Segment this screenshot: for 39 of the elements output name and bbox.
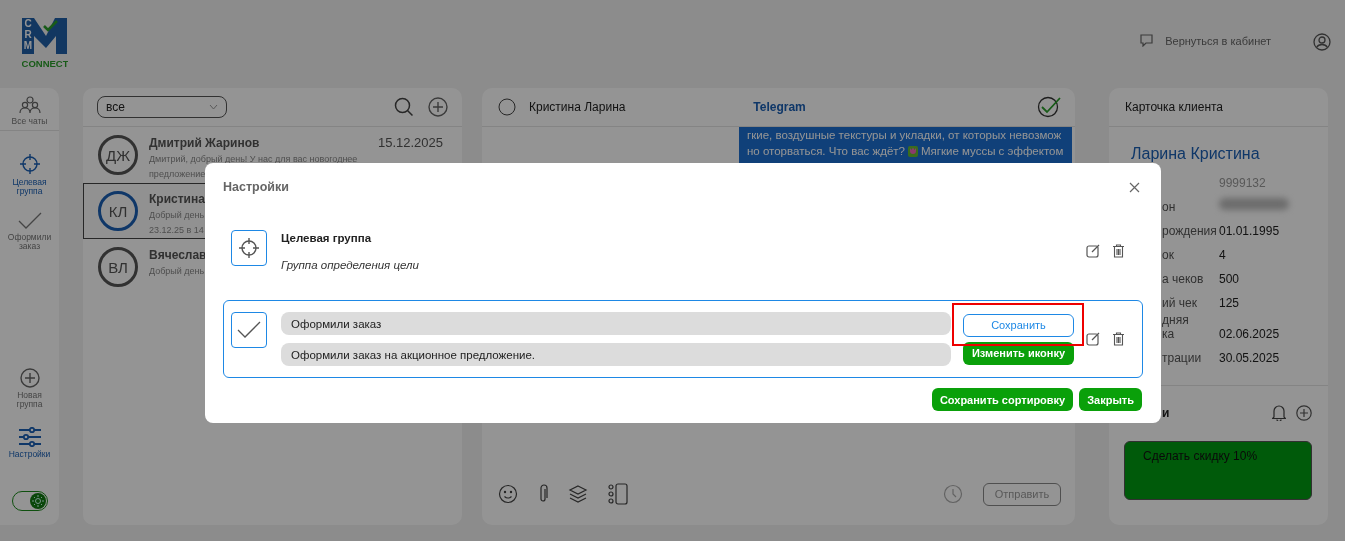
- group-description: Группа определения цели: [281, 259, 420, 271]
- contact-name: Дмитрий Жаринов: [149, 136, 260, 150]
- client-name: Ларина Кристина: [1131, 145, 1261, 163]
- avatar: ДЖ: [98, 135, 138, 175]
- chat-date: 15.12.2025: [377, 135, 443, 150]
- section-title: и: [1162, 405, 1171, 420]
- card-title: Карточка клиента: [1125, 100, 1224, 114]
- message-preview: предложение: [149, 168, 206, 180]
- field-label: дняя: [1162, 313, 1190, 327]
- contact-name: Кристина Ларина: [529, 100, 626, 114]
- field-label: ок: [1162, 248, 1175, 262]
- contact-name: Вячеслав: [149, 248, 207, 262]
- group-title: Целевая группа: [281, 232, 373, 244]
- field-value: 02.06.2025: [1219, 327, 1280, 341]
- message-preview: Добрый день: [149, 265, 205, 277]
- avatar: ВЛ: [98, 247, 138, 287]
- message-text: Мягкие муссы с эффектом: [920, 144, 1064, 159]
- field-label: он: [1162, 200, 1177, 214]
- dialog-title: Настройки: [223, 180, 289, 194]
- field-value: 30.05.2025: [1219, 351, 1280, 365]
- contact-name: Кристина: [149, 192, 205, 206]
- field-label: трации: [1162, 351, 1203, 365]
- logo: CRM CONNECT: [22, 16, 68, 69]
- message-text: но оторваться. Что вас ждёт?: [747, 144, 905, 159]
- field-label: ий чек: [1162, 296, 1198, 310]
- message-preview: 23.12.25 в 14: [149, 224, 204, 236]
- field-label: рождения: [1162, 224, 1218, 238]
- field-value: 4: [1219, 248, 1226, 262]
- note-text: Сделать скидку 10%: [1143, 449, 1258, 463]
- field-value: 125: [1219, 296, 1240, 310]
- field-value: 01.01.1995: [1219, 224, 1280, 238]
- field-label: а чеков: [1162, 272, 1205, 286]
- message-text: гкие, воздушные текстуры и укладки, от которых невозмож: [747, 128, 1062, 143]
- field-value: 500: [1219, 272, 1240, 286]
- client-id: 9999132: [1219, 176, 1266, 190]
- message-preview: Добрый день: [149, 209, 205, 221]
- avatar: КЛ: [98, 191, 138, 231]
- field-label: ка: [1162, 327, 1176, 341]
- channel-label: Telegram: [753, 100, 806, 114]
